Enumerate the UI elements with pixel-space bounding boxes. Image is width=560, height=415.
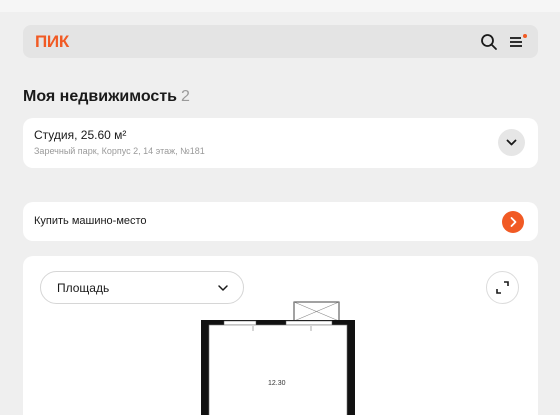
top-strip (0, 0, 560, 12)
search-button[interactable] (479, 32, 499, 52)
floor-plan-card: Площадь 12.30 (23, 256, 538, 415)
wall-left (201, 320, 209, 415)
floor-plan[interactable] (23, 256, 538, 415)
wall-right (347, 320, 355, 415)
window-left (223, 320, 257, 326)
buy-parking-label: Купить машино-место (34, 215, 147, 227)
chevron-down-icon (506, 139, 517, 146)
property-address: Заречный парк, Корпус 2, 14 этаж, №181 (34, 146, 205, 156)
chevron-right-icon (510, 217, 517, 227)
logo[interactable]: ПИК (35, 32, 69, 52)
buy-parking-card[interactable]: Купить машино-место (23, 202, 538, 241)
property-count: 2 (181, 88, 190, 105)
page-title: Моя недвижимость 2 (23, 88, 190, 106)
search-icon (481, 34, 497, 50)
expand-property-button[interactable] (498, 129, 525, 156)
app-header: ПИК (23, 25, 538, 58)
room-area-label: 12.30 (268, 380, 286, 387)
buy-parking-button[interactable] (502, 211, 524, 233)
property-card[interactable]: Студия, 25.60 м² Заречный парк, Корпус 2… (23, 118, 538, 168)
menu-button[interactable] (507, 32, 527, 52)
notification-dot (523, 34, 527, 38)
property-name: Студия, 25.60 м² (34, 128, 127, 142)
page-title-text: Моя недвижимость (23, 88, 177, 105)
window-right (285, 320, 333, 326)
